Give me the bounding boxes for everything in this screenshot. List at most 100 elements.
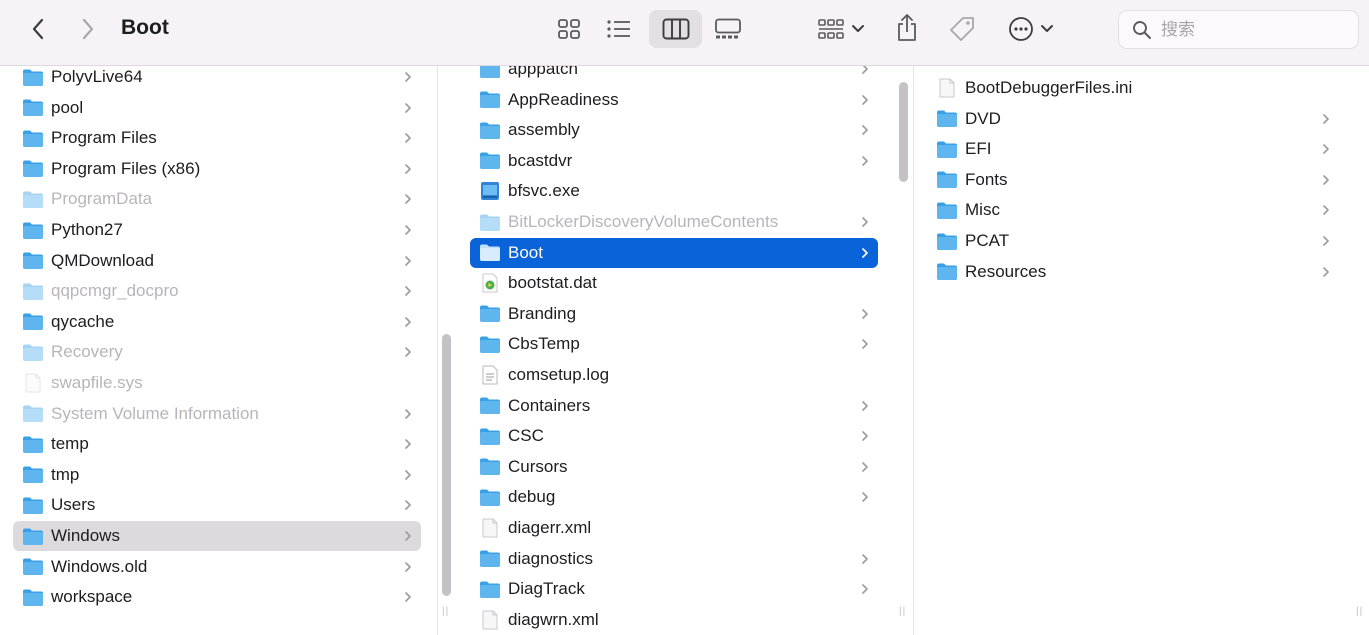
folder-icon (479, 334, 501, 354)
folder-icon (22, 465, 44, 485)
list-item[interactable]: workspace (13, 582, 421, 612)
folder-icon (479, 120, 501, 140)
list-item[interactable]: tmp (13, 460, 421, 490)
item-label: diagerr.xml (508, 518, 592, 537)
list-item[interactable]: comsetup.log (470, 360, 878, 390)
resize-grip-icon[interactable]: || (442, 606, 449, 617)
list-item[interactable]: qycache (13, 307, 421, 337)
list-item[interactable]: Recovery (13, 337, 421, 367)
list-item[interactable]: Resources (927, 257, 1339, 287)
list-item[interactable]: Branding (470, 299, 878, 329)
item-label: ProgramData (51, 189, 153, 209)
resize-grip-icon[interactable]: || (1356, 606, 1363, 617)
search-input[interactable] (1161, 19, 1341, 40)
column-boot: BootDebuggerFiles.ini DVD EFI Fonts Misc PCAT… (914, 66, 1354, 635)
scroll-thumb[interactable] (442, 334, 451, 596)
scroll-thumb[interactable] (899, 82, 908, 182)
chevron-right-icon (860, 66, 870, 76)
folder-icon (936, 200, 958, 220)
folder-icon (936, 262, 958, 282)
more-button[interactable] (1000, 10, 1062, 48)
forward-button[interactable] (74, 14, 102, 44)
chevron-right-icon (403, 192, 413, 206)
list-item[interactable]: Users (13, 490, 421, 520)
list-item[interactable]: Misc (927, 195, 1339, 225)
folder-icon (479, 487, 501, 507)
folder-icon (479, 304, 501, 324)
list-item[interactable]: BootDebuggerFiles.ini (927, 73, 1339, 103)
chevron-right-icon (860, 337, 870, 351)
document-icon (479, 518, 501, 538)
folder-icon (22, 98, 44, 118)
list-item[interactable]: swapfile.sys (13, 368, 421, 398)
list-item[interactable]: BitLockerDiscoveryVolumeContents (470, 207, 878, 237)
list-item[interactable]: apppatch (470, 66, 878, 84)
list-view-button[interactable] (598, 10, 640, 48)
list-item[interactable]: Boot (470, 237, 878, 268)
chevron-right-icon (860, 215, 870, 229)
scrollbar-column-root[interactable] (440, 66, 454, 635)
list-item[interactable]: QMDownload (13, 246, 421, 276)
scrollbar-column-windows[interactable] (897, 66, 911, 635)
chevron-right-icon (403, 590, 413, 604)
list-item[interactable]: System Volume Information (13, 399, 421, 429)
item-label: EFI (965, 139, 992, 159)
group-button[interactable] (812, 10, 870, 48)
list-item[interactable]: Windows.old (13, 552, 421, 582)
chevron-right-icon (403, 407, 413, 421)
list-item[interactable]: temp (13, 429, 421, 459)
list-item[interactable]: bcastdvr (470, 146, 878, 176)
list-item[interactable]: AppReadiness (470, 85, 878, 115)
list-item[interactable]: ProgramData (13, 184, 421, 214)
chevron-right-icon (860, 582, 870, 596)
list-item[interactable]: PCAT (927, 226, 1339, 256)
item-label: Recovery (51, 342, 123, 362)
list-item[interactable]: Cursors (470, 452, 878, 482)
list-item[interactable]: Program Files (13, 123, 421, 153)
list-icon (607, 20, 630, 38)
search-field[interactable] (1118, 10, 1359, 49)
list-item[interactable]: DVD (927, 104, 1339, 134)
list-item[interactable]: CbsTemp (470, 329, 878, 359)
folder-icon (479, 66, 501, 79)
list-item[interactable]: Program Files (x86) (13, 154, 421, 184)
list-item[interactable]: CSC (470, 421, 878, 451)
chevron-right-icon (860, 246, 870, 260)
column-divider[interactable] (437, 66, 438, 635)
item-label: PolyvLive64 (51, 67, 143, 86)
back-button[interactable] (24, 14, 52, 44)
chevron-right-icon (860, 123, 870, 137)
item-label: BitLockerDiscoveryVolumeContents (508, 212, 779, 231)
list-item[interactable]: diagwrn.xml (470, 605, 878, 635)
gallery-view-button[interactable] (707, 10, 749, 48)
list-item[interactable]: Fonts (927, 165, 1339, 195)
resize-grip-icon[interactable]: || (899, 606, 906, 617)
list-item[interactable]: bootstat.dat (470, 268, 878, 298)
list-item[interactable]: qqpcmgr_docpro (13, 276, 421, 306)
item-label: Program Files (x86) (51, 158, 201, 178)
list-item[interactable]: pool (13, 93, 421, 123)
list-item[interactable]: DiagTrack (470, 574, 878, 604)
chevron-right-icon (860, 399, 870, 413)
share-button[interactable] (888, 8, 926, 48)
chevron-right-icon (1321, 234, 1331, 248)
list-item[interactable]: Windows (13, 521, 421, 551)
document-icon (479, 610, 501, 630)
list-item[interactable]: bfsvc.exe (470, 176, 878, 206)
list-item[interactable]: debug (470, 482, 878, 512)
icon-view-button[interactable] (548, 10, 590, 48)
list-item[interactable]: EFI (927, 134, 1339, 164)
list-item[interactable]: PolyvLive64 (13, 66, 421, 92)
list-item[interactable]: diagerr.xml (470, 513, 878, 543)
list-item[interactable]: Containers (470, 391, 878, 421)
item-label: swapfile.sys (51, 373, 143, 392)
list-item[interactable]: assembly (470, 115, 878, 145)
tag-button[interactable] (943, 10, 981, 48)
item-label: Cursors (508, 456, 568, 476)
list-item[interactable]: diagnostics (470, 544, 878, 574)
item-label: CSC (508, 426, 544, 446)
item-label: System Volume Information (51, 403, 259, 423)
column-view-button[interactable] (649, 10, 702, 48)
share-icon (898, 14, 916, 41)
list-item[interactable]: Python27 (13, 215, 421, 245)
